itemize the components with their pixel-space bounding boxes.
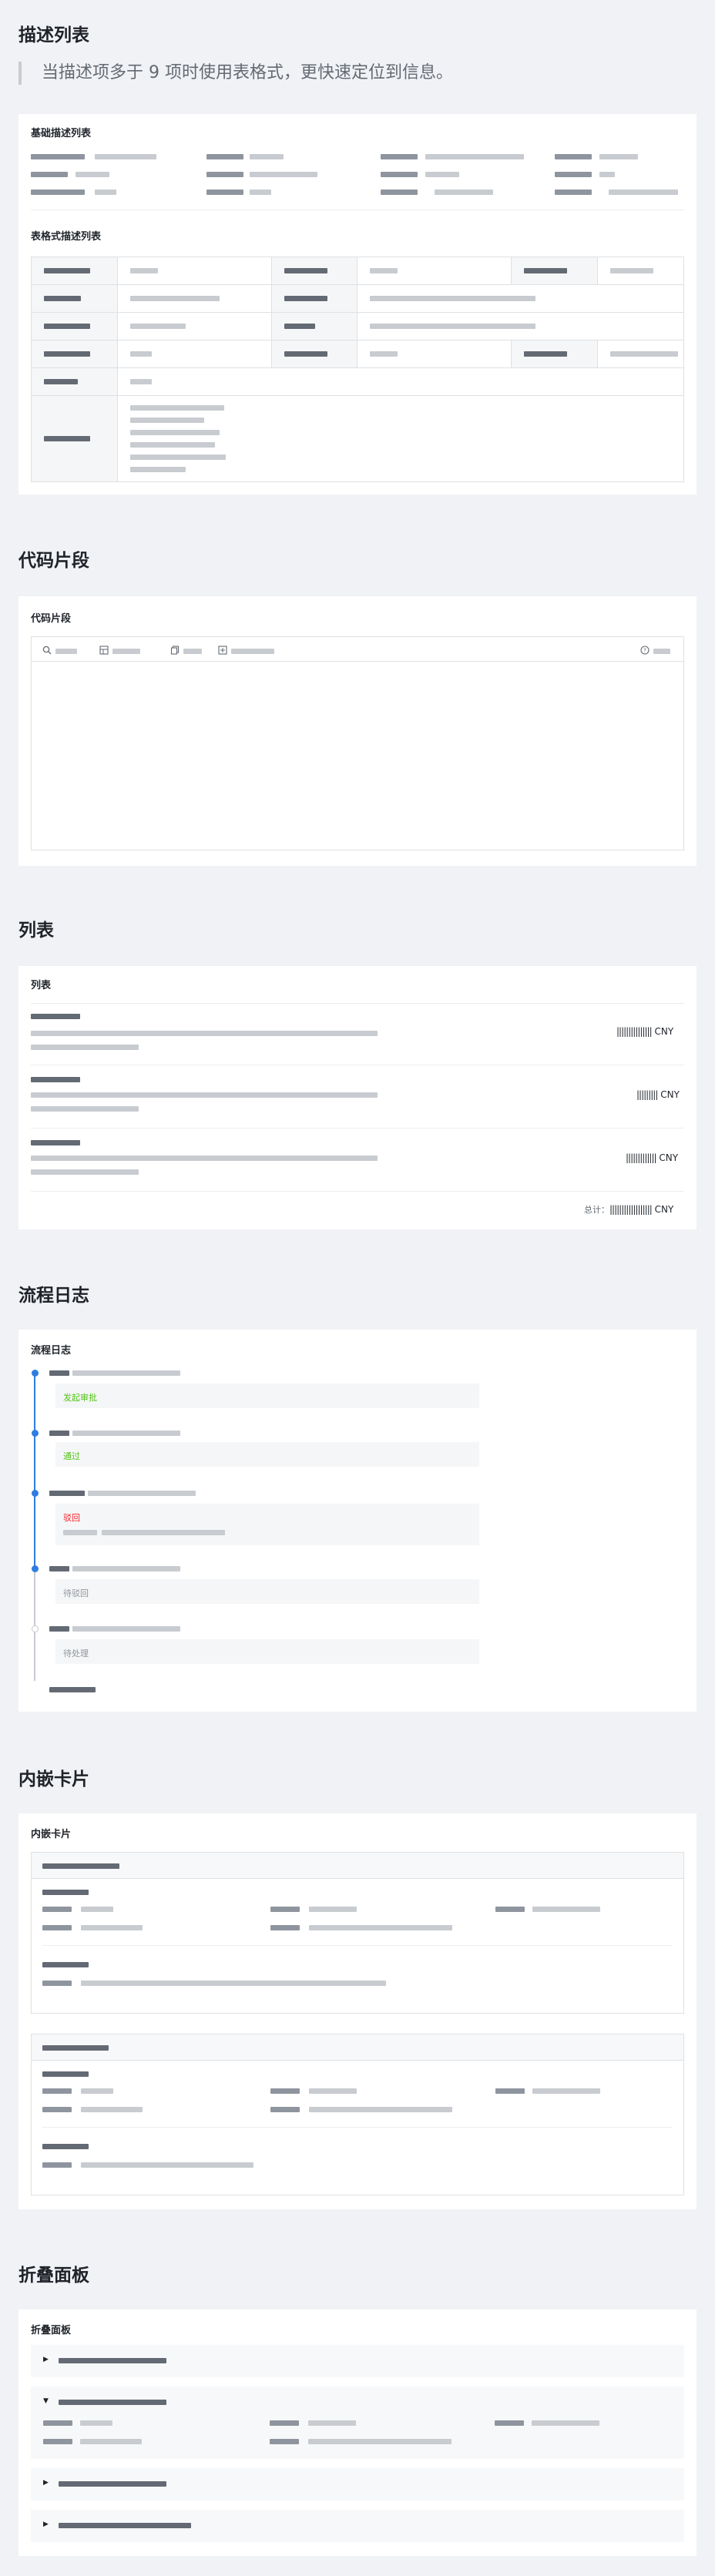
section-title-description: 描述列表 xyxy=(18,25,89,45)
list-amount: ||||||||||||||| CNY xyxy=(616,1026,674,1037)
list-card: 列表 ||||||||||||||| CNY ||||||||| CNY |||… xyxy=(18,966,697,1229)
timeline-dot xyxy=(32,1625,39,1632)
desc-label xyxy=(206,154,243,159)
section-title-code: 代码片段 xyxy=(18,551,89,571)
table-icon xyxy=(99,646,109,657)
collapse-card: 折叠面板 ▶ ▼ ▶ ▶ xyxy=(18,2309,697,2556)
desc-value xyxy=(425,172,459,177)
format-button[interactable] xyxy=(99,646,140,657)
collapse-panel[interactable]: ▶ xyxy=(31,2510,684,2542)
caret-down-icon: ▼ xyxy=(43,2397,49,2405)
desc-label xyxy=(381,172,418,177)
list-amount: ||||||||||||| CNY xyxy=(626,1152,679,1163)
desc-value xyxy=(250,172,317,177)
desc-value xyxy=(76,172,109,177)
table-row xyxy=(31,257,684,285)
collapse-panel[interactable]: ▶ xyxy=(31,2468,684,2501)
code-toolbar: ? xyxy=(32,637,683,662)
list-total: 总计：|||||||||||||||||| CNY xyxy=(584,1204,674,1215)
inner-card-container: 内嵌卡片 xyxy=(18,1813,697,2209)
code-card: 代码片段 ? xyxy=(18,596,697,866)
table-row xyxy=(31,284,684,313)
timeline-dot xyxy=(32,1490,39,1497)
desc-value xyxy=(250,190,271,195)
timeline-dot xyxy=(32,1430,39,1437)
search-icon xyxy=(42,646,52,657)
help-icon: ? xyxy=(640,646,650,657)
timeline-dot xyxy=(32,1370,39,1377)
collapse-card-title: 折叠面板 xyxy=(31,2325,72,2336)
timeline-content: 驳回 xyxy=(55,1504,479,1545)
help-button[interactable]: ? xyxy=(640,646,670,657)
desc-label xyxy=(31,190,85,195)
inner-card xyxy=(31,1852,684,2014)
status-text: 发起审批 xyxy=(63,1393,97,1403)
flow-card-title: 流程日志 xyxy=(31,1345,72,1357)
desc-value xyxy=(609,190,678,195)
desc-label xyxy=(555,154,592,159)
status-text: 通过 xyxy=(63,1451,80,1461)
desc-label xyxy=(381,190,418,195)
desc-value xyxy=(95,154,156,159)
table-row xyxy=(31,312,684,340)
desc-label xyxy=(381,154,418,159)
desc-value xyxy=(599,154,638,159)
inner-card xyxy=(31,2034,684,2195)
caret-right-icon: ▶ xyxy=(43,2521,49,2528)
collapse-panel[interactable]: ▶ xyxy=(31,2345,684,2377)
table-description-list xyxy=(31,257,685,482)
timeline-line-active xyxy=(34,1373,35,1571)
section-title-collapse: 折叠面板 xyxy=(18,2266,89,2286)
section-title-list: 列表 xyxy=(18,921,54,941)
timeline-content: 发起审批 xyxy=(55,1384,479,1408)
timeline-content: 待驳回 xyxy=(55,1579,479,1604)
copy-icon xyxy=(170,646,180,657)
table-row xyxy=(31,367,685,396)
desc-label xyxy=(206,190,243,195)
section-title-inner-card: 内嵌卡片 xyxy=(18,1769,89,1789)
desc-label xyxy=(555,190,592,195)
search-button[interactable] xyxy=(42,646,77,657)
code-card-title: 代码片段 xyxy=(31,613,72,625)
collapse-panel-expanded[interactable]: ▼ xyxy=(31,2386,684,2459)
list-amount: ||||||||| CNY xyxy=(636,1089,680,1100)
inner-card-container-title: 内嵌卡片 xyxy=(31,1829,72,1840)
desc-label xyxy=(555,172,592,177)
desc-label xyxy=(31,154,85,159)
desc-value xyxy=(250,154,284,159)
status-text: 驳回 xyxy=(63,1513,80,1523)
table-description-title: 表格式描述列表 xyxy=(31,231,102,243)
section-title-flow: 流程日志 xyxy=(18,1286,89,1306)
copy-button[interactable] xyxy=(170,646,202,657)
desc-label xyxy=(206,172,243,177)
fullscreen-button[interactable] xyxy=(218,646,274,657)
svg-text:?: ? xyxy=(643,648,646,654)
status-text: 待处理 xyxy=(63,1649,89,1659)
status-text: 待驳回 xyxy=(63,1588,89,1598)
timeline-content: 待处理 xyxy=(55,1639,479,1664)
timeline-dot xyxy=(32,1565,39,1572)
desc-value xyxy=(425,154,524,159)
timeline-content: 通过 xyxy=(55,1442,479,1467)
description-hint: 当描述项多于 9 项时使用表格式，更快速定位到信息。 xyxy=(18,62,453,85)
timeline-footer xyxy=(49,1687,96,1692)
desc-value xyxy=(599,172,615,177)
table-row xyxy=(31,340,684,368)
code-editor: ? xyxy=(31,636,684,850)
desc-value xyxy=(95,190,116,195)
caret-right-icon: ▶ xyxy=(43,2356,49,2363)
description-card: 基础描述列表 表格式描述列表 xyxy=(18,114,697,495)
code-area[interactable] xyxy=(32,662,683,850)
table-row xyxy=(31,395,685,482)
desc-label xyxy=(31,172,68,177)
desc-value xyxy=(435,190,493,195)
flow-card: 流程日志 发起审批 通过 驳回 待驳回 待处理 xyxy=(18,1330,697,1712)
list-card-title: 列表 xyxy=(31,980,52,991)
basic-description-title: 基础描述列表 xyxy=(31,128,92,139)
caret-right-icon: ▶ xyxy=(43,2479,49,2487)
expand-icon xyxy=(218,646,227,657)
